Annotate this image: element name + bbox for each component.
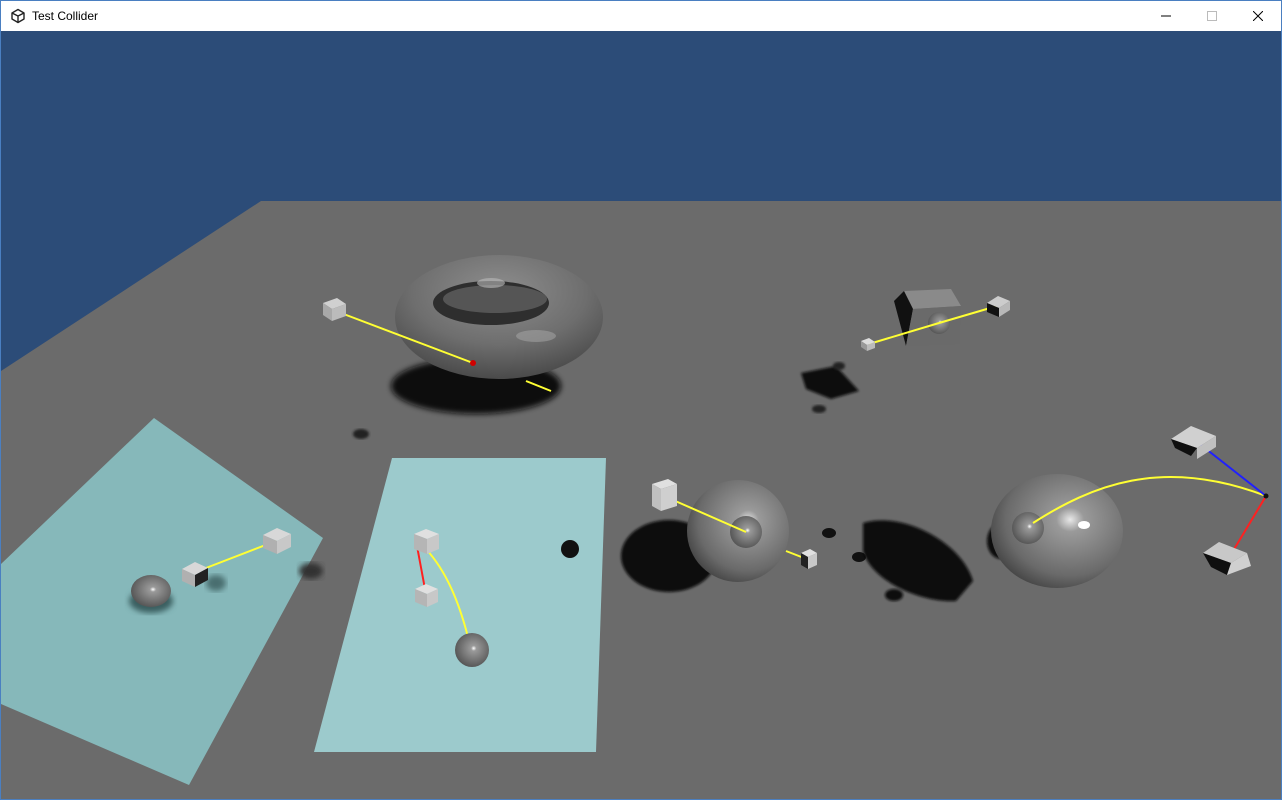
torus-object xyxy=(395,255,603,379)
scene-render xyxy=(1,201,1281,799)
cube-middle-2 xyxy=(801,549,817,569)
game-viewport[interactable] xyxy=(1,31,1281,799)
sphere-left-plane xyxy=(131,575,171,607)
cube-center-1 xyxy=(414,529,439,554)
minimize-icon xyxy=(1161,11,1171,21)
cube-middle-1 xyxy=(652,479,677,511)
box-collider-top-right xyxy=(894,289,961,346)
title-bar[interactable]: Test Collider xyxy=(1,1,1281,31)
sphere-collider-right xyxy=(991,474,1123,588)
window-controls xyxy=(1143,1,1281,31)
minimize-button[interactable] xyxy=(1143,1,1189,31)
window-title: Test Collider xyxy=(32,9,99,23)
maximize-icon xyxy=(1207,11,1217,21)
close-icon xyxy=(1253,11,1263,21)
unity-logo-icon xyxy=(10,8,26,24)
maximize-button[interactable] xyxy=(1189,1,1235,31)
app-window: Test Collider xyxy=(0,0,1282,800)
sphere-center-plane xyxy=(455,633,489,667)
close-button[interactable] xyxy=(1235,1,1281,31)
